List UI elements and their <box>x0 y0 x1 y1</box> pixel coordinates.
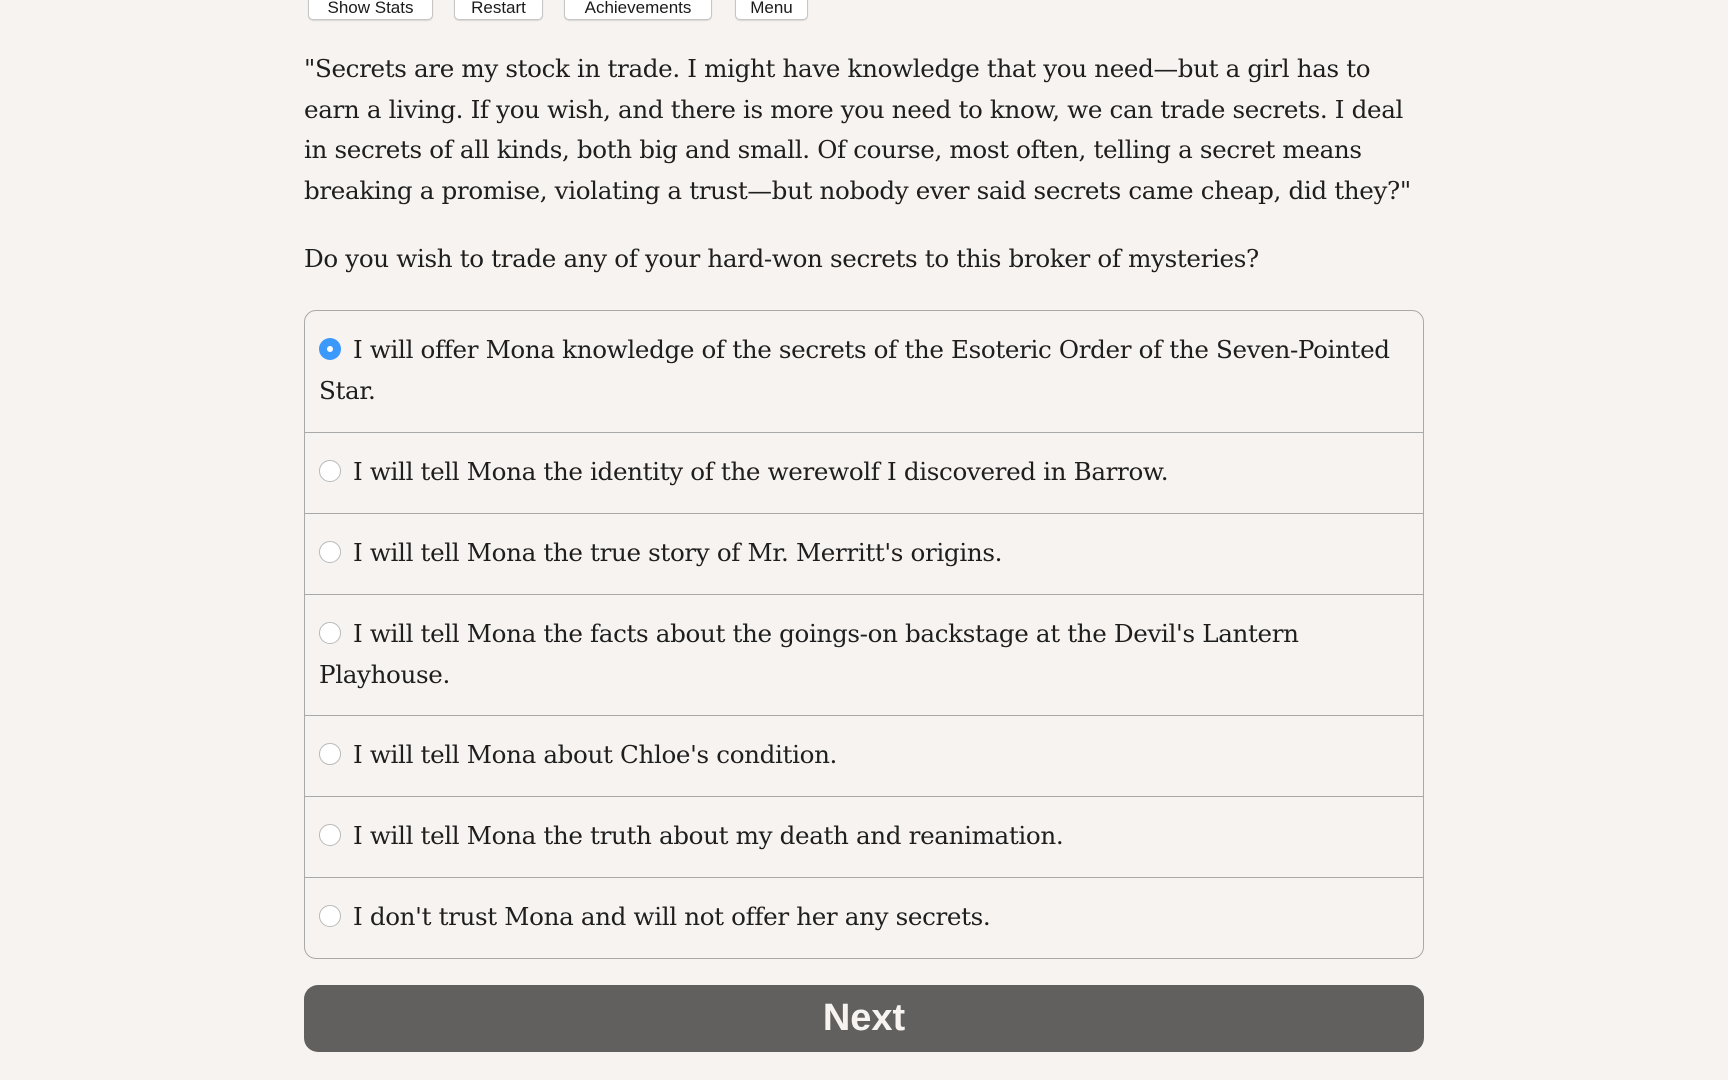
radio-unselected-icon[interactable] <box>319 541 341 563</box>
choice-list: I will offer Mona knowledge of the secre… <box>304 310 1424 959</box>
menu-button[interactable]: Menu <box>735 0 808 20</box>
choice-prompt: Do you wish to trade any of your hard-wo… <box>304 244 1259 273</box>
choice-option[interactable]: I don't trust Mona and will not offer he… <box>305 877 1423 958</box>
story-paragraph: "Secrets are my stock in trade. I might … <box>304 54 1411 205</box>
choice-label: I will tell Mona the identity of the wer… <box>353 457 1169 486</box>
achievements-button[interactable]: Achievements <box>564 0 712 20</box>
choice-label: I will tell Mona the truth about my deat… <box>353 821 1064 850</box>
radio-unselected-icon[interactable] <box>319 622 341 644</box>
restart-button[interactable]: Restart <box>454 0 543 20</box>
radio-unselected-icon[interactable] <box>319 460 341 482</box>
choice-label: I will offer Mona knowledge of the secre… <box>319 335 1390 405</box>
choice-label: I don't trust Mona and will not offer he… <box>353 902 991 931</box>
radio-unselected-icon[interactable] <box>319 824 341 846</box>
choice-option[interactable]: I will offer Mona knowledge of the secre… <box>305 311 1423 432</box>
toolbar: Show Stats Restart Achievements Menu <box>304 0 1424 20</box>
choice-option[interactable]: I will tell Mona the identity of the wer… <box>305 432 1423 513</box>
show-stats-button[interactable]: Show Stats <box>308 0 433 20</box>
choice-option[interactable]: I will tell Mona about Chloe's condition… <box>305 715 1423 796</box>
choice-label: I will tell Mona the true story of Mr. M… <box>353 538 1003 567</box>
radio-selected-icon[interactable] <box>319 338 341 360</box>
next-button[interactable]: Next <box>304 985 1424 1052</box>
radio-unselected-icon[interactable] <box>319 743 341 765</box>
radio-unselected-icon[interactable] <box>319 905 341 927</box>
choice-option[interactable]: I will tell Mona the truth about my deat… <box>305 796 1423 877</box>
choice-label: I will tell Mona the facts about the goi… <box>319 619 1299 689</box>
choice-option[interactable]: I will tell Mona the true story of Mr. M… <box>305 513 1423 594</box>
choice-label: I will tell Mona about Chloe's condition… <box>353 740 838 769</box>
choice-option[interactable]: I will tell Mona the facts about the goi… <box>305 594 1423 715</box>
